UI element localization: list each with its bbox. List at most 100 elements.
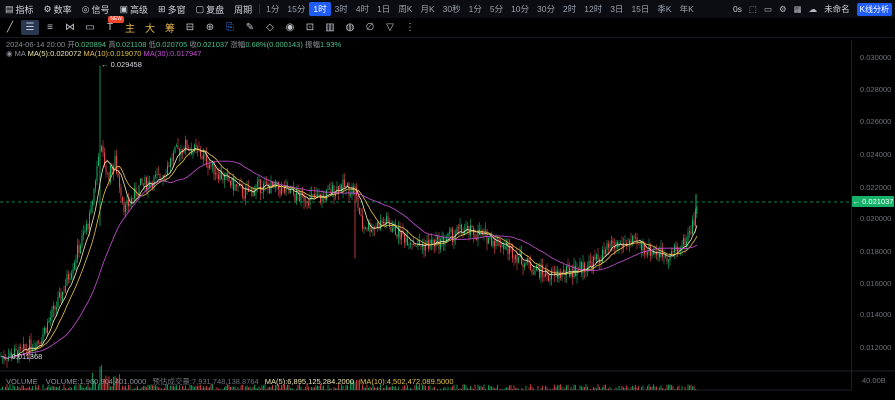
volume-bar (671, 385, 672, 390)
candle-body (219, 171, 221, 180)
volume-bar (458, 389, 459, 390)
candle-body (516, 254, 518, 263)
candle-body (669, 253, 671, 261)
volume-bar (542, 385, 543, 390)
volume-bar (0, 388, 2, 390)
candle-body (114, 156, 116, 167)
volume-bar (260, 388, 261, 390)
volume-bar (515, 388, 516, 390)
candle-body (80, 245, 81, 253)
volume-bar (690, 384, 692, 390)
volume-bar (473, 389, 474, 390)
volume-bar (488, 385, 489, 390)
volume-bar (491, 386, 492, 390)
candle-body (126, 200, 128, 206)
candle-body (468, 226, 470, 236)
volume-bar (321, 386, 323, 390)
volume-bar (140, 388, 141, 390)
volume-bar (296, 388, 297, 390)
price-axis[interactable]: 0.030000 0.028000 0.026000 0.024000 0.022000… (851, 40, 895, 390)
candle-body (237, 185, 239, 187)
volume-bar (39, 389, 41, 390)
volume-bar (641, 386, 642, 390)
volume-bar (279, 388, 281, 390)
candle-body (156, 174, 158, 176)
candle-body (266, 182, 267, 184)
volume-bar (389, 387, 390, 390)
candle-body (677, 247, 678, 252)
volume-bar (378, 387, 380, 390)
candle-body (144, 177, 146, 185)
volume-bar (545, 385, 546, 390)
candle-body (228, 174, 230, 182)
volume-bar (575, 385, 576, 390)
volume-bar (45, 388, 47, 390)
volume-bar (305, 387, 306, 390)
candle-body (21, 348, 23, 349)
volume-bar (507, 387, 509, 390)
candle-body (546, 269, 548, 276)
candle-body (195, 144, 197, 148)
volume-bar (599, 386, 600, 390)
candle-body (57, 297, 59, 308)
candle-body (390, 227, 392, 232)
volume-bar (375, 387, 377, 390)
candle-body (93, 188, 95, 203)
candle-body (660, 247, 662, 258)
volume-bar (336, 387, 338, 390)
volume-bar (396, 388, 398, 390)
volume-bar (138, 388, 140, 390)
volume-bar (159, 388, 161, 390)
candle-body (696, 209, 698, 210)
candle-body (129, 203, 131, 207)
candle-body (503, 244, 504, 249)
volume-bar (224, 387, 225, 390)
candle-body (189, 150, 191, 151)
volume-bar (669, 384, 671, 390)
candle-body (296, 190, 297, 201)
candle-body (102, 146, 104, 153)
candle-body (467, 226, 468, 229)
volume-bar (587, 386, 588, 390)
candle-body (128, 200, 129, 207)
candle-body (86, 223, 87, 231)
volume-bar (593, 386, 594, 390)
volume-bar (237, 387, 239, 390)
candle-body (383, 221, 384, 224)
candle-body (140, 178, 141, 186)
volume-bar (600, 388, 602, 390)
candle-body (348, 183, 350, 196)
candle-body (245, 188, 246, 199)
candle-body (651, 251, 653, 256)
volume-bar (501, 388, 503, 390)
candle-body (692, 219, 693, 234)
volume-bar (248, 387, 249, 390)
volume-bar (410, 388, 411, 390)
high-annotation: ← 0.029458 (101, 60, 142, 69)
candle-body (176, 145, 177, 147)
candle-body (56, 307, 57, 310)
candle-body (264, 182, 266, 184)
volume-bar (456, 384, 458, 390)
volume-bar (161, 388, 162, 390)
volume-bar (656, 386, 657, 390)
candle-body (246, 187, 248, 189)
volume-bar (558, 385, 560, 390)
y-tick-label: 0.014000 (860, 310, 892, 319)
candle-body (491, 235, 492, 246)
candle-body (209, 164, 210, 169)
volume-bar (291, 387, 293, 390)
candle-body (338, 186, 339, 193)
candle-body (498, 238, 500, 246)
volume-bar (363, 386, 365, 390)
volume-bar (230, 386, 231, 390)
volume-bar (479, 386, 480, 390)
candle-body (456, 227, 458, 235)
candle-body (552, 270, 554, 272)
volume-bar (665, 388, 666, 390)
candle-body (225, 173, 227, 175)
candle-body (494, 241, 495, 247)
volume-bar (560, 384, 561, 390)
candle-body (620, 242, 621, 244)
candle-body (62, 291, 63, 301)
